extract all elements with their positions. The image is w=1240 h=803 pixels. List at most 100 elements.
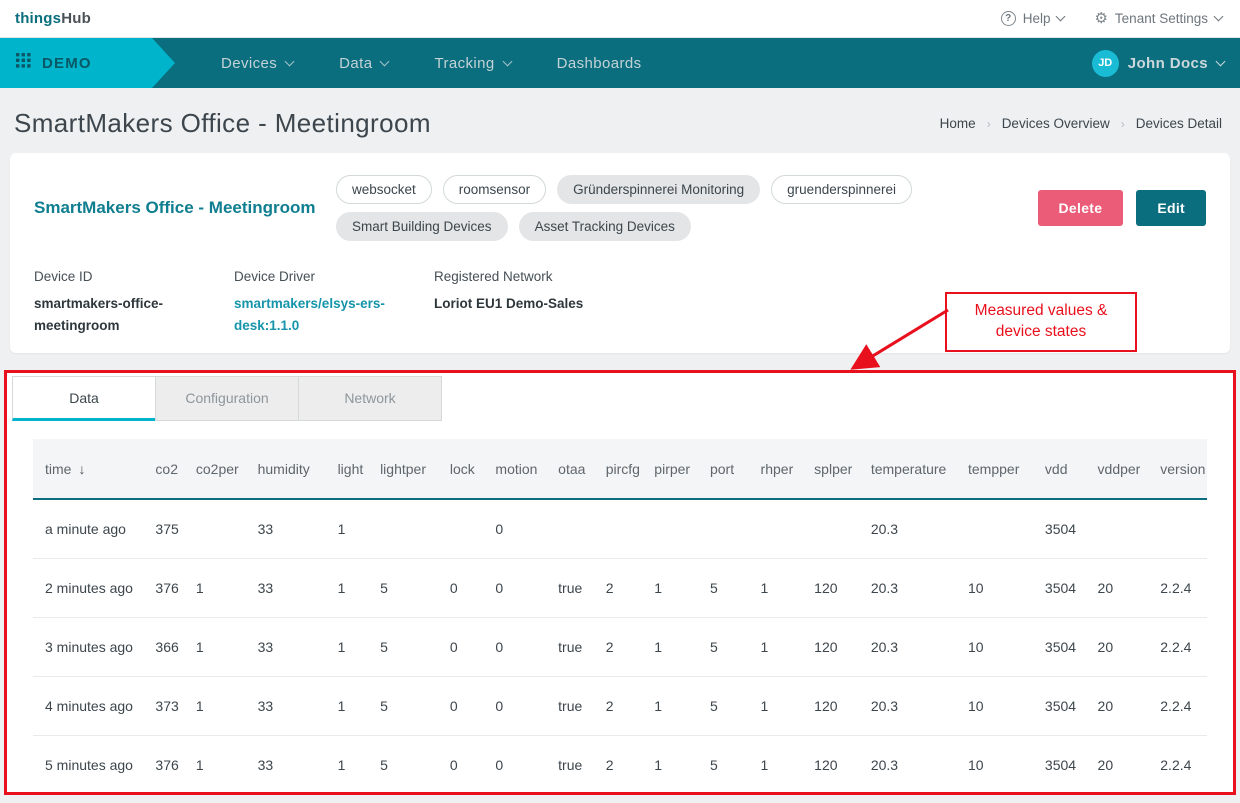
- column-header-co2per[interactable]: co2per: [192, 439, 254, 499]
- field-value: smartmakers-office-meetingroom: [34, 293, 202, 338]
- tab-network[interactable]: Network: [298, 376, 442, 421]
- table-cell: 20.3: [867, 558, 964, 617]
- column-header-splper[interactable]: splper: [810, 439, 867, 499]
- table-cell: 1: [334, 617, 377, 676]
- table-row[interactable]: a minute ago375331020.33504: [33, 499, 1207, 558]
- column-header-motion[interactable]: motion: [491, 439, 554, 499]
- table-cell: 5: [706, 617, 757, 676]
- logo-things: things: [15, 10, 61, 27]
- table-cell: 366: [151, 617, 191, 676]
- field-value-link[interactable]: smartmakers/elsys-ers-desk:1.1.0: [234, 293, 402, 338]
- nav-item-data[interactable]: Data: [339, 55, 388, 72]
- table-cell: 20: [1094, 735, 1157, 794]
- column-header-otaa[interactable]: otaa: [554, 439, 602, 499]
- table-cell: 1: [757, 558, 811, 617]
- table-cell: [964, 499, 1041, 558]
- table-cell: [650, 499, 706, 558]
- column-header-version[interactable]: version: [1156, 439, 1207, 499]
- column-header-vdd[interactable]: vdd: [1041, 439, 1094, 499]
- tab-configuration[interactable]: Configuration: [155, 376, 299, 421]
- nav-item-tracking[interactable]: Tracking: [434, 55, 510, 72]
- delete-button[interactable]: Delete: [1038, 190, 1124, 226]
- table-row[interactable]: 2 minutes ago3761331500true215112020.310…: [33, 558, 1207, 617]
- column-header-lock[interactable]: lock: [446, 439, 492, 499]
- table-cell: 373: [151, 676, 191, 735]
- device-tag: websocket: [336, 175, 432, 204]
- table-cell: 2: [602, 676, 651, 735]
- table-cell: [1094, 499, 1157, 558]
- column-header-co2[interactable]: co2: [151, 439, 191, 499]
- table-cell: 3504: [1041, 676, 1094, 735]
- app-logo[interactable]: thingsHub: [15, 10, 91, 27]
- workspace-switcher[interactable]: DEMO: [0, 38, 152, 88]
- table-row[interactable]: 3 minutes ago3661331500true215112020.310…: [33, 617, 1207, 676]
- table-cell: 5: [706, 558, 757, 617]
- table-cell: 120: [810, 617, 867, 676]
- field-label: Device ID: [34, 269, 216, 284]
- table-cell: [192, 499, 254, 558]
- table-cell: 1: [757, 735, 811, 794]
- column-header-humidity[interactable]: humidity: [254, 439, 334, 499]
- column-header-rhper[interactable]: rhper: [757, 439, 811, 499]
- user-menu[interactable]: JD John Docs: [1092, 50, 1224, 77]
- column-header-time[interactable]: time↓: [33, 439, 151, 499]
- table-cell: 2 minutes ago: [33, 558, 151, 617]
- table-cell: 4 minutes ago: [33, 676, 151, 735]
- table-cell: [376, 499, 446, 558]
- field-value: Loriot EU1 Demo-Sales: [434, 293, 602, 315]
- table-cell: 1: [192, 676, 254, 735]
- table-cell: 2: [602, 558, 651, 617]
- breadcrumb-item[interactable]: Devices Overview: [1002, 116, 1110, 131]
- table-row[interactable]: 5 minutes ago3761331500true215112020.310…: [33, 735, 1207, 794]
- column-header-pircfg[interactable]: pircfg: [602, 439, 651, 499]
- table-cell: 33: [254, 499, 334, 558]
- tenant-settings-menu[interactable]: ⚙ Tenant Settings: [1094, 11, 1222, 26]
- table-cell: [446, 499, 492, 558]
- column-header-tempper[interactable]: tempper: [964, 439, 1041, 499]
- help-menu[interactable]: ? Help: [1001, 11, 1065, 26]
- table-cell: 0: [446, 676, 492, 735]
- column-header-pirper[interactable]: pirper: [650, 439, 706, 499]
- column-header-vddper[interactable]: vddper: [1094, 439, 1157, 499]
- table-cell: 1: [757, 617, 811, 676]
- table-cell: 2.2.4: [1156, 735, 1207, 794]
- table-cell: 376: [151, 735, 191, 794]
- table-cell: 1: [757, 676, 811, 735]
- nav-item-label: Tracking: [434, 55, 494, 72]
- tab-data[interactable]: Data: [12, 376, 156, 421]
- edit-button[interactable]: Edit: [1136, 190, 1206, 226]
- device-tag: Asset Tracking Devices: [519, 212, 691, 241]
- table-cell: [602, 499, 651, 558]
- table-cell: [706, 499, 757, 558]
- nav-items: Devices Data Tracking Dashboards: [221, 55, 642, 72]
- table-row[interactable]: 4 minutes ago3731331500true215112020.310…: [33, 676, 1207, 735]
- table-cell: 1: [650, 735, 706, 794]
- field-label: Device Driver: [234, 269, 416, 284]
- table-cell: 2.2.4: [1156, 676, 1207, 735]
- gear-icon: ⚙: [1094, 11, 1107, 26]
- table-cell: 5 minutes ago: [33, 735, 151, 794]
- annotation-line-2: device states: [951, 322, 1131, 343]
- table-cell: 20.3: [867, 499, 964, 558]
- nav-item-dashboards[interactable]: Dashboards: [557, 55, 642, 72]
- table-cell: 1: [334, 676, 377, 735]
- column-header-temperature[interactable]: temperature: [867, 439, 964, 499]
- table-cell: 1: [650, 617, 706, 676]
- column-header-light[interactable]: light: [334, 439, 377, 499]
- table-cell: 0: [446, 617, 492, 676]
- grid-icon: [16, 53, 31, 73]
- table-cell: 0: [491, 735, 554, 794]
- breadcrumb-item[interactable]: Home: [940, 116, 976, 131]
- table-cell: [810, 499, 867, 558]
- device-tag: Gründerspinnerei Monitoring: [557, 175, 760, 204]
- breadcrumb-item[interactable]: Devices Detail: [1136, 116, 1222, 131]
- table-cell: 10: [964, 617, 1041, 676]
- table-cell: 0: [491, 558, 554, 617]
- column-header-port[interactable]: port: [706, 439, 757, 499]
- table-cell: 0: [491, 617, 554, 676]
- nav-item-label: Dashboards: [557, 55, 642, 72]
- device-tag: gruenderspinnerei: [771, 175, 912, 204]
- column-header-lightper[interactable]: lightper: [376, 439, 446, 499]
- table-cell: 1: [334, 735, 377, 794]
- nav-item-devices[interactable]: Devices: [221, 55, 293, 72]
